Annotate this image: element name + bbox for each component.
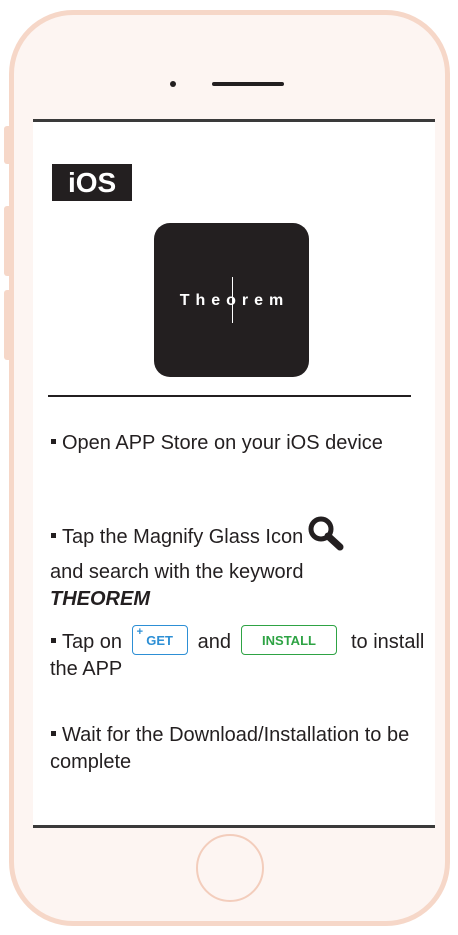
step-3-prefix: Tap on — [62, 631, 123, 653]
step-4-text: Wait for the Download/Installation to be… — [50, 724, 410, 773]
step-2-text: Tap the Magnify Glass Icon — [62, 526, 304, 548]
phone-screen: iOS Theorem Open APP Store on your iOS d… — [33, 119, 435, 828]
search-keyword: THEOREM — [50, 588, 150, 610]
get-button-label: GET — [146, 633, 173, 648]
bullet-icon — [51, 533, 56, 539]
volume-up-button — [4, 206, 11, 276]
bullet-icon — [51, 439, 56, 445]
platform-badge: iOS — [52, 164, 133, 201]
bullet-icon — [51, 731, 56, 737]
mute-switch — [4, 126, 11, 164]
instruction-step-4: Wait for the Download/Installation to be… — [50, 722, 435, 776]
install-button-label: INSTALL — [262, 633, 316, 648]
speaker-grille — [212, 82, 284, 86]
magnify-glass-icon — [306, 515, 346, 559]
section-divider — [48, 395, 411, 397]
theorem-app-icon: Theorem — [154, 223, 309, 377]
step-3-and: and — [197, 631, 231, 653]
app-logo-text: Theorem — [179, 292, 290, 309]
volume-down-button — [4, 290, 11, 360]
install-button[interactable]: INSTALL — [241, 625, 337, 655]
get-button[interactable]: + GET — [131, 625, 188, 655]
bullet-icon — [51, 638, 56, 644]
home-button[interactable] — [196, 834, 264, 902]
step-2-rest: and search with the keyword — [50, 561, 304, 583]
instruction-step-2: Tap the Magnify Glass Icon and search wi… — [50, 515, 435, 613]
step-1-text: Open APP Store on your iOS device — [62, 432, 383, 454]
plus-icon: + — [136, 626, 144, 638]
instruction-step-1: Open APP Store on your iOS device — [50, 430, 435, 457]
camera-dot — [170, 81, 176, 87]
instruction-step-3: Tap on + GET and INSTALL to install the APP — [50, 625, 435, 683]
